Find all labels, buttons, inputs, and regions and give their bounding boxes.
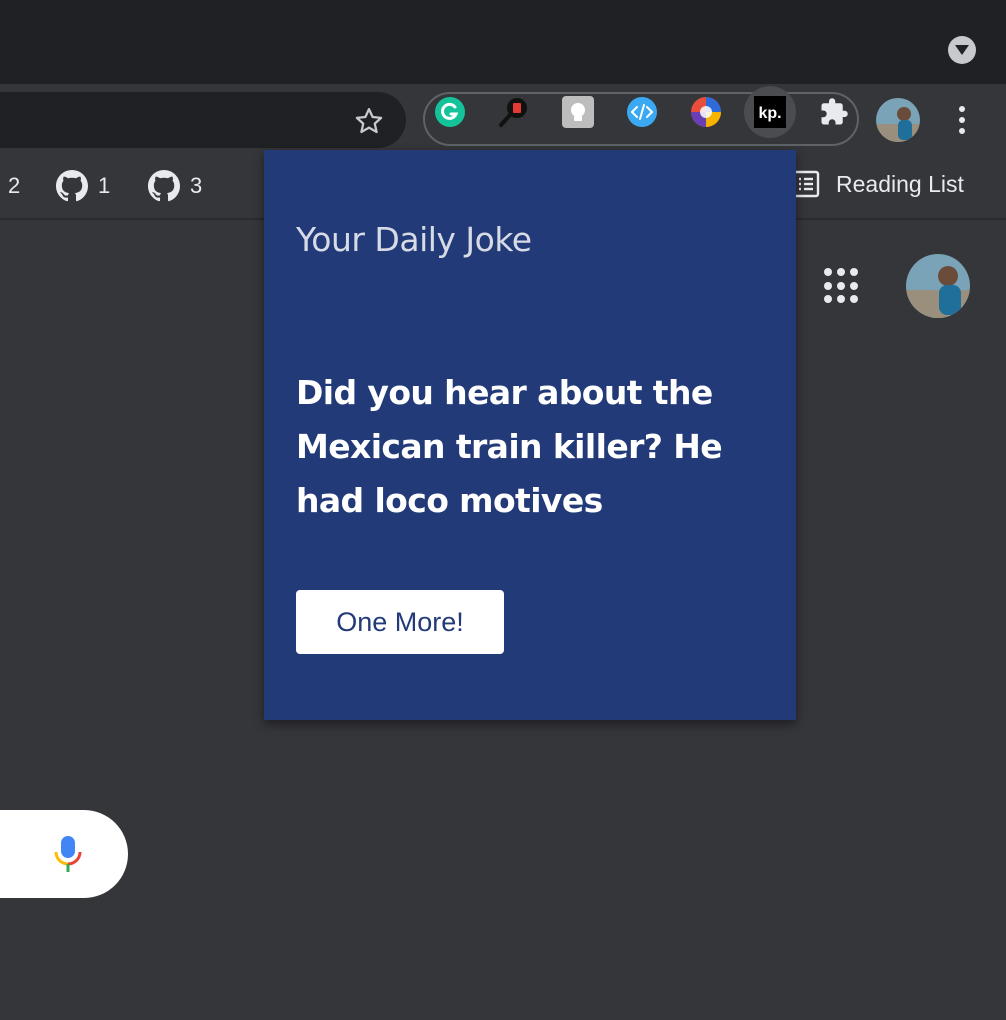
search-box[interactable] [0,810,128,898]
github-icon [56,170,88,202]
toolbar: kp. [0,84,1006,150]
bookmark-item[interactable]: 3 [148,168,202,204]
kp-extension-button[interactable]: kp. [744,86,796,138]
bookmark-item[interactable]: 2 [8,168,20,204]
dot-icon [850,281,858,290]
dot-icon [824,295,832,304]
browser-menu-button[interactable] [948,102,976,138]
joke-text: Did you hear about the Mexican train kil… [296,373,723,520]
bookmark-star-icon[interactable] [352,104,386,138]
dot-icon [959,106,965,112]
bookmark-item[interactable]: 1 [56,168,110,204]
tab-strip [0,0,1006,84]
extensions-menu-button[interactable] [818,96,850,128]
magnifier-extension-button[interactable] [498,96,530,128]
dot-icon [824,281,832,290]
dot-icon [959,128,965,134]
address-bar[interactable] [0,92,406,148]
daily-joke-popup: Your Daily Joke Did you hear about the M… [264,150,796,720]
bookmark-label: 1 [98,173,111,198]
popup-title: Your Daily Joke [296,220,532,259]
dot-icon [837,268,845,276]
github-icon [148,170,180,202]
dot-icon [824,268,832,276]
colorful-extension-button[interactable] [690,96,722,128]
google-account-avatar[interactable] [906,254,970,318]
code-icon [627,97,657,127]
grammarly-extension-button[interactable] [434,96,466,128]
dot-icon [837,295,845,304]
microphone-icon[interactable] [52,834,84,874]
bookmark-label: 3 [190,173,203,198]
lightbulb-extension-button[interactable] [562,96,594,128]
dot-icon [837,281,845,290]
bookmark-label: 2 [8,173,21,198]
code-extension-button[interactable] [626,96,658,128]
dot-icon [959,117,965,123]
google-apps-button[interactable] [824,268,860,304]
svg-text:kp.: kp. [758,105,781,122]
lightbulb-icon [562,96,594,128]
chevron-down-icon [955,45,969,55]
one-more-button[interactable]: One More! [296,590,504,654]
colorful-ball-icon [691,97,721,127]
puzzle-icon [821,98,848,125]
reading-list-label: Reading List [836,170,964,197]
tab-search-button[interactable] [948,36,976,64]
reading-list-button[interactable]: Reading List [792,170,964,198]
dot-icon [850,268,858,276]
kp-icon: kp. [754,96,786,128]
dot-icon [850,295,858,304]
profile-avatar[interactable] [876,98,920,142]
reading-list-icon [792,170,820,198]
grammarly-icon [435,97,465,127]
magnifier-icon [499,98,527,127]
